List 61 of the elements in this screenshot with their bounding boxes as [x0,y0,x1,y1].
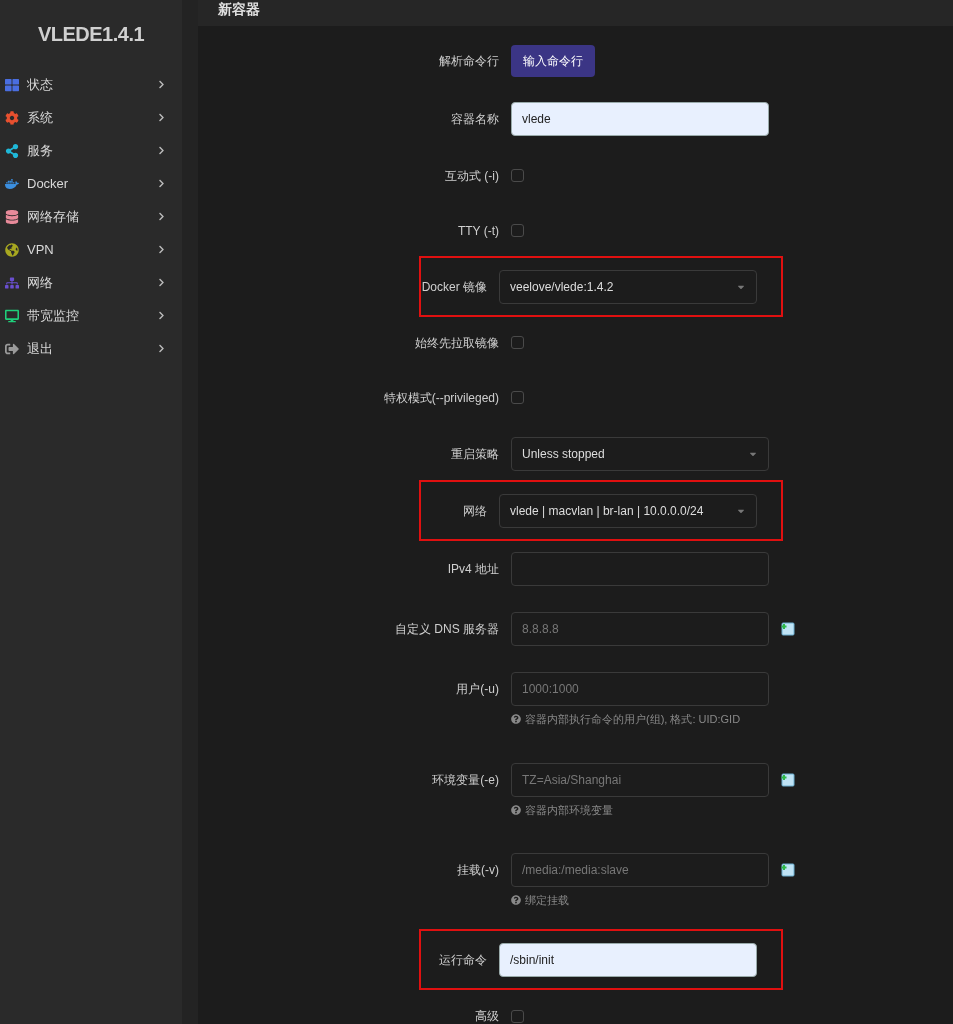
chevron-icon [157,311,166,320]
sidebar-item[interactable]: 服务 [0,134,182,167]
input-field[interactable] [511,552,769,586]
help-icon [511,804,521,815]
field-label: 特权模式(--privileged) [382,389,500,407]
command-line-button[interactable]: 输入命令行 [511,45,595,77]
text-field[interactable]: vlede [511,102,769,136]
field-label: 用户(-u) [455,681,500,698]
input-field[interactable]: 1000:1000 [511,672,769,706]
help-text: 容器内部环境变量 [525,802,613,818]
add-file-icon[interactable] [781,622,795,636]
field-label: 网络 [462,502,488,520]
field-label: TTY (-t) [456,222,500,240]
sidebar-item[interactable]: Docker [0,167,182,200]
field-label: 自定义 DNS 服务器 [394,621,500,638]
field-label: 始终先拉取镜像 [414,334,500,352]
logo: VLEDE1.4.1 [36,22,146,47]
field-label: 高级 [474,1008,500,1024]
select-dropdown[interactable]: Unless stopped [511,436,769,471]
help-icon [511,895,521,906]
select-dropdown[interactable]: veelove/vlede:1.4.2 [499,269,757,304]
help-icon [511,714,521,725]
chevron-icon [157,113,166,122]
add-file-icon[interactable] [781,772,795,787]
input-field[interactable]: TZ=Asia/Shanghai [511,762,769,797]
sidebar-item[interactable]: VPN [0,233,182,266]
field-label: 运行命令 [438,951,488,969]
field-label: Docker 镜像 [421,278,488,296]
sidebar-item[interactable]: 网络存储 [0,200,182,233]
help-text: 绑定挂载 [525,893,569,908]
input-field[interactable]: 8.8.8.8 [511,612,769,646]
field-label: IPv4 地址 [446,561,500,578]
chevron-icon [157,344,166,353]
chevron-icon [157,212,166,221]
checkbox[interactable] [511,391,524,404]
field-label: 解析命令行 [438,53,500,70]
field-label: 容器名称 [450,111,500,128]
chevron-icon [157,146,166,155]
field-label: 重启策略 [450,445,500,463]
checkbox[interactable] [511,224,524,237]
sidebar-item[interactable]: 带宽监控 [0,299,182,332]
checkbox[interactable] [511,336,524,349]
chevron-icon [157,278,166,287]
input-field[interactable]: /media:/media:slave [511,853,769,887]
chevron-icon [157,179,166,188]
page-title: 新容器 [218,0,260,19]
select-dropdown[interactable]: vlede | macvlan | br-lan | 10.0.0.0/24 [499,493,757,528]
field-label: 互动式 (-i) [444,167,500,185]
field-label: 挂载(-v) [456,862,500,879]
sidebar-item[interactable]: 状态 [0,68,182,101]
add-file-icon[interactable] [781,863,795,877]
field-label: 环境变量(-e) [431,771,500,789]
sidebar-item[interactable]: 退出 [0,332,182,365]
chevron-icon [157,245,166,254]
text-field[interactable]: /sbin/init [499,942,757,977]
checkbox[interactable] [511,1009,524,1023]
sidebar-item[interactable]: 网络 [0,266,182,299]
checkbox[interactable] [511,169,524,182]
sidebar-item[interactable]: 系统 [0,101,182,134]
chevron-icon [157,80,166,89]
help-text: 容器内部执行命令的用户(组), 格式: UID:GID [525,712,741,727]
